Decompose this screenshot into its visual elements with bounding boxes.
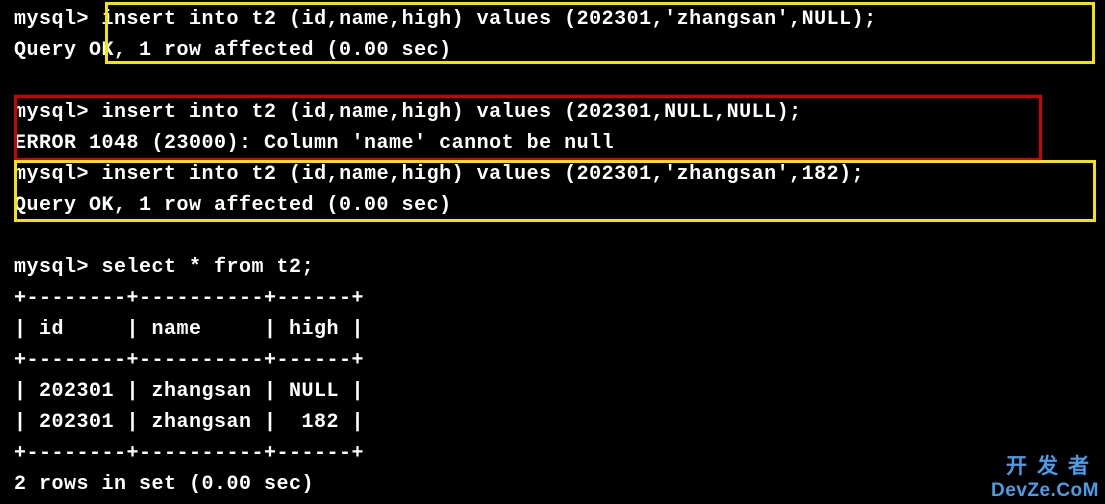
mysql-prompt: mysql> xyxy=(14,8,89,31)
terminal-line: mysql> insert into t2 (id,name,high) val… xyxy=(14,159,1105,190)
table-border-top: +--------+----------+------+ xyxy=(14,283,1105,314)
sql-command-1: insert into t2 (id,name,high) values (20… xyxy=(102,8,877,31)
table-border-bottom: +--------+----------+------+ xyxy=(14,438,1105,469)
sql-command-4: select * from t2; xyxy=(102,256,315,279)
blank-line xyxy=(14,66,1105,97)
blank-line xyxy=(14,221,1105,252)
query-result-error: ERROR 1048 (23000): Column 'name' cannot… xyxy=(14,128,1105,159)
query-result-ok-2: Query OK, 1 row affected (0.00 sec) xyxy=(14,190,1105,221)
table-row: | 202301 | zhangsan | NULL | xyxy=(14,376,1105,407)
mysql-prompt: mysql> xyxy=(14,101,89,124)
table-row: | 202301 | zhangsan | 182 | xyxy=(14,407,1105,438)
mysql-prompt: mysql> xyxy=(14,256,89,279)
terminal-line: mysql> insert into t2 (id,name,high) val… xyxy=(14,97,1105,128)
sql-command-2: insert into t2 (id,name,high) values (20… xyxy=(102,101,802,124)
terminal-line: mysql> insert into t2 (id,name,high) val… xyxy=(14,4,1105,35)
mysql-prompt: mysql> xyxy=(14,163,89,186)
sql-command-3: insert into t2 (id,name,high) values (20… xyxy=(102,163,865,186)
table-border-mid: +--------+----------+------+ xyxy=(14,345,1105,376)
query-result-ok-1: Query OK, 1 row affected (0.00 sec) xyxy=(14,35,1105,66)
table-header: | id | name | high | xyxy=(14,314,1105,345)
terminal-line: mysql> select * from t2; xyxy=(14,252,1105,283)
rows-summary: 2 rows in set (0.00 sec) xyxy=(14,469,1105,500)
